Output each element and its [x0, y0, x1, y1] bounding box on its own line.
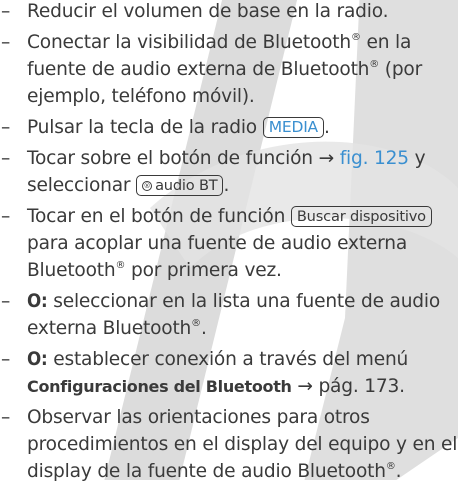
registered-mark: ® — [369, 59, 380, 70]
step-3-text-a: Pulsar la tecla de la radio — [27, 117, 263, 138]
bluetooth-icon: ® — [142, 181, 153, 191]
step-5-text-a: Tocar en el botón de función — [27, 206, 291, 227]
step-3-text-b: . — [323, 117, 330, 138]
step-8: Observar las orientaciones para otros pr… — [0, 404, 458, 485]
step-7-text-a: establecer conexión a través del menú — [47, 349, 409, 370]
step-7-page-ref[interactable]: → pág. 173. — [292, 376, 405, 397]
step-5: Tocar en el botón de función Buscar disp… — [0, 203, 458, 284]
bluetooth-settings-menu-name: Configuraciones del Bluetooth — [27, 377, 292, 396]
step-4-text-c: . — [223, 175, 230, 196]
step-1-text: Reducir el volumen de base en la radio. — [27, 1, 389, 22]
step-2-text-a: Conectar la visibilidad de Bluetooth — [27, 32, 351, 53]
audio-bt-button[interactable]: ® audio BT — [136, 175, 224, 196]
instruction-content: Reducir el volumen de base en la radio. … — [0, 0, 458, 485]
audio-bt-label: audio BT — [155, 177, 218, 194]
step-7: O: establecer conexión a través del menú… — [0, 346, 458, 400]
step-1: Reducir el volumen de base en la radio. — [0, 0, 458, 25]
step-4: Tocar sobre el botón de función → fig. 1… — [0, 145, 458, 199]
step-3: Pulsar la tecla de la radio MEDIA. — [0, 114, 458, 141]
arrow-icon: → — [318, 148, 340, 169]
fig-125-link[interactable]: fig. 125 — [340, 148, 409, 169]
registered-mark: ® — [385, 461, 396, 472]
step-8-text-b: . — [395, 461, 402, 482]
step-6-text-a: seleccionar en la lista una fuente de au… — [27, 291, 441, 339]
step-2: Conectar la visibilidad de Bluetooth® en… — [0, 29, 458, 110]
step-5-text-c: por primera vez. — [125, 260, 282, 281]
step-6-text-b: . — [200, 318, 207, 339]
search-device-button[interactable]: Buscar dispositivo — [290, 206, 432, 227]
or-label: O: — [27, 349, 48, 370]
step-6: O: seleccionar en la lista una fuente de… — [0, 288, 458, 342]
or-label: O: — [27, 291, 48, 312]
registered-mark: ® — [191, 318, 201, 329]
registered-mark: ® — [350, 32, 361, 43]
media-key-button[interactable]: MEDIA — [262, 117, 324, 138]
registered-mark: ® — [115, 260, 126, 271]
step-4-text-a: Tocar sobre el botón de función — [27, 148, 319, 169]
instruction-steps: Reducir el volumen de base en la radio. … — [0, 0, 458, 485]
